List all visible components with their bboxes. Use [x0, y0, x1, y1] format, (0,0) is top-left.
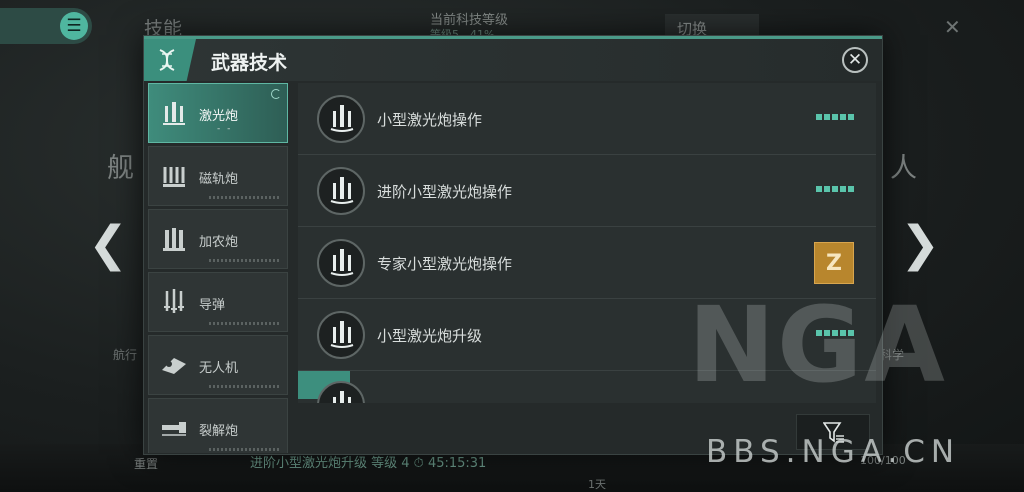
reset-button[interactable]: 重置 — [134, 455, 158, 472]
background-close-icon[interactable]: ✕ — [944, 15, 961, 39]
progress-dots — [209, 196, 279, 199]
next-arrow-icon[interactable]: ❯ — [900, 216, 940, 272]
skill-name: 小型激光炮操作 — [377, 111, 483, 129]
skill-level-bar — [816, 114, 854, 120]
progress-dots — [209, 448, 279, 451]
drone-icon — [159, 350, 189, 380]
left-category-label: 航行 — [113, 348, 138, 362]
category-left-char: 舰 — [107, 153, 134, 184]
sidebar-item-laser[interactable]: 激光炮 - - — [148, 83, 288, 143]
skill-level-bar — [816, 186, 854, 192]
laser-icon — [317, 311, 365, 359]
skill-name: 进阶小型激光炮操作 — [377, 183, 513, 201]
cannon-icon — [159, 224, 189, 254]
close-icon[interactable]: ✕ — [842, 47, 868, 73]
hamburger-icon: ☰ — [60, 12, 88, 40]
sidebar-item-missile[interactable]: 导弹 — [148, 272, 288, 332]
laser-icon — [317, 95, 365, 143]
dialog-header: 武器技术 ✕ — [144, 39, 882, 81]
laser-icon — [159, 98, 189, 128]
progress-dots — [209, 259, 279, 262]
watermark-url: BBS.NGA.CN — [706, 434, 961, 470]
day-label: 1天 — [588, 478, 606, 491]
railgun-icon — [159, 161, 189, 191]
sidebar-item-label: 磁轨炮 — [199, 172, 239, 187]
progress-dots — [209, 385, 279, 388]
skill-row[interactable]: 进阶小型激光炮操作 — [298, 155, 876, 227]
dialog-title: 武器技术 — [211, 52, 288, 74]
weapon-category-sidebar: 激光炮 - - 磁轨炮加农炮导弹无人机裂解炮 — [148, 83, 292, 453]
sidebar-item-disruptor[interactable]: 裂解炮 — [148, 398, 288, 453]
progress-dots — [209, 322, 279, 325]
sidebar-item-label: 导弹 — [199, 298, 226, 313]
category-right-char: 人 — [890, 153, 917, 184]
sidebar-item-label: 激光炮 — [199, 109, 239, 124]
active-indicator: - - — [217, 124, 233, 134]
dna-icon — [144, 39, 196, 81]
sidebar-item-drone[interactable]: 无人机 — [148, 335, 288, 395]
laser-icon — [317, 239, 365, 287]
laser-icon — [317, 167, 365, 215]
loading-indicator — [271, 89, 281, 99]
sidebar-item-cannon[interactable]: 加农炮 — [148, 209, 288, 269]
main-menu-button[interactable]: ☰ — [0, 8, 92, 44]
disruptor-icon — [159, 413, 189, 443]
missile-icon — [159, 287, 189, 317]
skill-name: 专家小型激光炮操作 — [377, 255, 513, 273]
skill-name: 小型激光炮升级 — [377, 327, 483, 345]
skill-row[interactable]: 小型激光炮操作 — [298, 83, 876, 155]
nga-watermark: NGA — [688, 284, 988, 406]
skill-rank-badge: Z — [814, 242, 854, 284]
sidebar-item-label: 加农炮 — [199, 235, 239, 250]
sidebar-item-label: 裂解炮 — [199, 424, 239, 439]
previous-arrow-icon[interactable]: ❮ — [88, 216, 128, 272]
sidebar-item-railgun[interactable]: 磁轨炮 — [148, 146, 288, 206]
sidebar-item-label: 无人机 — [199, 361, 239, 376]
watermark-logo: NGA — [688, 284, 947, 406]
